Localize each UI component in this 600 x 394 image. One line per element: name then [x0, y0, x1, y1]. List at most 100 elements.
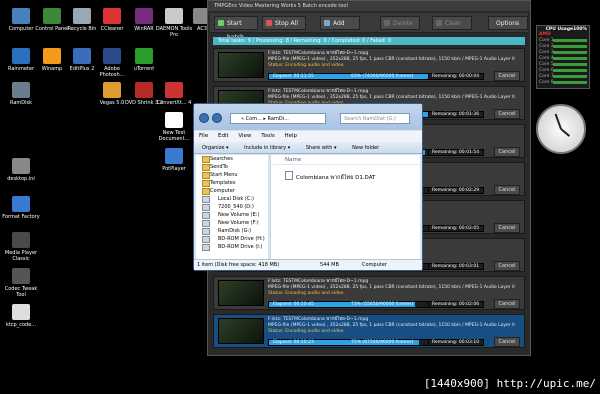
cancel-button[interactable]: Cancel [494, 337, 520, 347]
video-thumbnail [218, 280, 264, 306]
application-icon [103, 82, 121, 98]
menu-tools[interactable]: Tools [261, 133, 275, 139]
navigation-tree: Searches SendTo Start Menu Templates Compute… [196, 155, 268, 259]
clear-button[interactable]: Clear [432, 16, 472, 30]
tree-item[interactable]: Local Disk (C:) [196, 195, 268, 203]
elapsed-time: Elapsed: 00:10:23 [273, 340, 314, 345]
desktop-icon[interactable]: uTorrent [124, 48, 164, 72]
desktop-icon[interactable]: RamDisk [1, 82, 41, 106]
tree-item[interactable]: RamDisk (G:) [196, 227, 268, 235]
tree-item[interactable]: Start Menu [196, 171, 268, 179]
desktop-icon-label: EditPlus 2 [69, 66, 95, 72]
stop-all-button[interactable]: Stop All [262, 16, 306, 30]
remaining-time: Remaining: 00:02:29 [428, 187, 484, 194]
options-button[interactable]: Options [488, 16, 528, 30]
cancel-button[interactable]: Cancel [494, 109, 520, 119]
cpu-core-label: Core 8 [539, 80, 554, 85]
delete-button[interactable]: Delete [380, 16, 420, 30]
progress-text: 73% (55650/90000 frames) [351, 302, 414, 307]
desktop-icon[interactable]: Format Factory [1, 196, 41, 220]
cpu-core-bar [553, 69, 587, 72]
encode-task[interactable]: F:\ktz: TESTMColombiana พากย์ไทย-D~1.mpg… [213, 314, 525, 348]
cpu-core-meter: Core 6 [539, 68, 587, 73]
cancel-button[interactable]: Cancel [494, 147, 520, 157]
menu-edit[interactable]: Edit [218, 133, 229, 139]
menu-help[interactable]: Help [285, 133, 298, 139]
cpu-core-meter: Core 5 [539, 62, 587, 67]
tree-item[interactable]: Searches [196, 155, 268, 163]
menu-file[interactable]: File [199, 133, 208, 139]
cancel-button[interactable]: Cancel [494, 185, 520, 195]
forward-icon[interactable] [212, 113, 222, 123]
application-icon [12, 232, 30, 248]
file-item[interactable]: Colombiana พากย์ไทย D1.DAT [285, 171, 375, 182]
application-icon [12, 48, 30, 64]
desktop-icon[interactable]: PotPlayer [154, 148, 194, 172]
desktop-icon-label: RamDisk [9, 100, 33, 106]
application-icon [43, 48, 61, 64]
cancel-button[interactable]: Cancel [494, 261, 520, 271]
desktop-icon[interactable]: Codec Tweak Tool [1, 268, 41, 298]
clock-gadget [536, 104, 586, 154]
tree-item[interactable]: Computer [196, 187, 268, 195]
application-icon [12, 196, 30, 212]
cancel-button[interactable]: Cancel [494, 223, 520, 233]
tree-item[interactable]: New Volume (F:) [196, 219, 268, 227]
status-size: 544 MB [320, 262, 339, 268]
desktop-icon-label: Computer [8, 26, 34, 32]
file-list: Name Colombiana พากย์ไทย D1.DAT [270, 155, 420, 259]
cpu-core-bar [553, 45, 587, 48]
application-icon [103, 8, 121, 24]
tree-item[interactable]: BD-ROM Drive (I:) [196, 243, 268, 251]
desktop-icon[interactable]: New Text Document... [154, 112, 194, 142]
desktop-icon[interactable]: Media Player Classic [1, 232, 41, 262]
cpu-cores: Core 1 Core 2 Core 3 Core 4 Core 5 Core 6 Core… [539, 38, 587, 85]
application-icon [12, 8, 30, 24]
include-library-button[interactable]: Include in library ▾ [244, 145, 290, 151]
organize-button[interactable]: Organize ▾ [202, 145, 229, 151]
cpu-core-meter: Core 7 [539, 74, 587, 79]
task-info: F:\ktz: TESTMColombiana พากย์ไทย-D~1.mpg… [268, 279, 515, 297]
share-with-button[interactable]: Share with ▾ [306, 145, 337, 151]
tmpgenc-toolbar: Start batch Stop All Add Delete Clear Op… [210, 13, 528, 41]
add-button[interactable]: Add [320, 16, 360, 30]
column-name[interactable]: Name [271, 155, 420, 165]
cpu-core-bar [553, 81, 587, 84]
desktop-icon[interactable]: ConvertXt... 4 [154, 82, 194, 106]
start-batch-button[interactable]: Start batch [214, 16, 258, 41]
encode-task[interactable]: F:\ktz: TESTMColombiana พากย์ไทย-D~1.mpg… [213, 48, 525, 82]
encode-task[interactable]: F:\ktz: TESTMColombiana พากย์ไทย-D~1.mpg… [213, 276, 525, 310]
desktop-icon-label: Winamp [41, 66, 63, 72]
menu-view[interactable]: View [238, 133, 251, 139]
task-summary: Total tasks: 9 / Processing: 8 / Remaini… [213, 37, 525, 45]
task-status: Status: Encoding audio and video [268, 291, 344, 296]
tree-item[interactable]: BD-ROM Drive (H:) [196, 235, 268, 243]
desktop-icon[interactable]: desktop.ini [1, 158, 41, 182]
explorer-window: « Com... ▸ RamDi... Search RamDisk (G:) … [193, 103, 423, 271]
desktop-icon-label: CCleaner [100, 26, 124, 32]
application-icon [73, 8, 91, 24]
cpu-core-bar [553, 75, 587, 78]
new-folder-button[interactable]: New folder [352, 145, 379, 151]
desktop-icon-label: WinRAR [134, 26, 154, 32]
address-bar[interactable]: « Com... ▸ RamDi... [230, 113, 326, 124]
desktop-icon-label: Media Player Classic [4, 250, 38, 262]
cpu-core-meter: Core 2 [539, 44, 587, 49]
cpu-core-label: Core 7 [539, 74, 554, 79]
cancel-button[interactable]: Cancel [494, 299, 520, 309]
application-icon [165, 148, 183, 164]
cancel-button[interactable]: Cancel [494, 71, 520, 81]
cpu-core-meter: Core 1 [539, 38, 587, 43]
back-icon[interactable] [199, 113, 209, 123]
cpu-core-label: Core 4 [539, 56, 554, 61]
search-input[interactable]: Search RamDisk (G:) [340, 113, 410, 124]
tree-item[interactable]: 7200_540 (D:) [196, 203, 268, 211]
cpu-core-label: Core 6 [539, 68, 554, 73]
tmpgenc-title: TMPGEnc Video Mastering Works 5 Batch en… [208, 1, 530, 11]
clear-icon [436, 20, 442, 26]
tree-item[interactable]: SendTo [196, 163, 268, 171]
desktop-icon[interactable]: ktcp_code... [1, 304, 41, 328]
desktop-icon-label: Vegas 5.0 [99, 100, 125, 106]
tree-item[interactable]: Templates [196, 179, 268, 187]
tree-item[interactable]: New Volume (E:) [196, 211, 268, 219]
